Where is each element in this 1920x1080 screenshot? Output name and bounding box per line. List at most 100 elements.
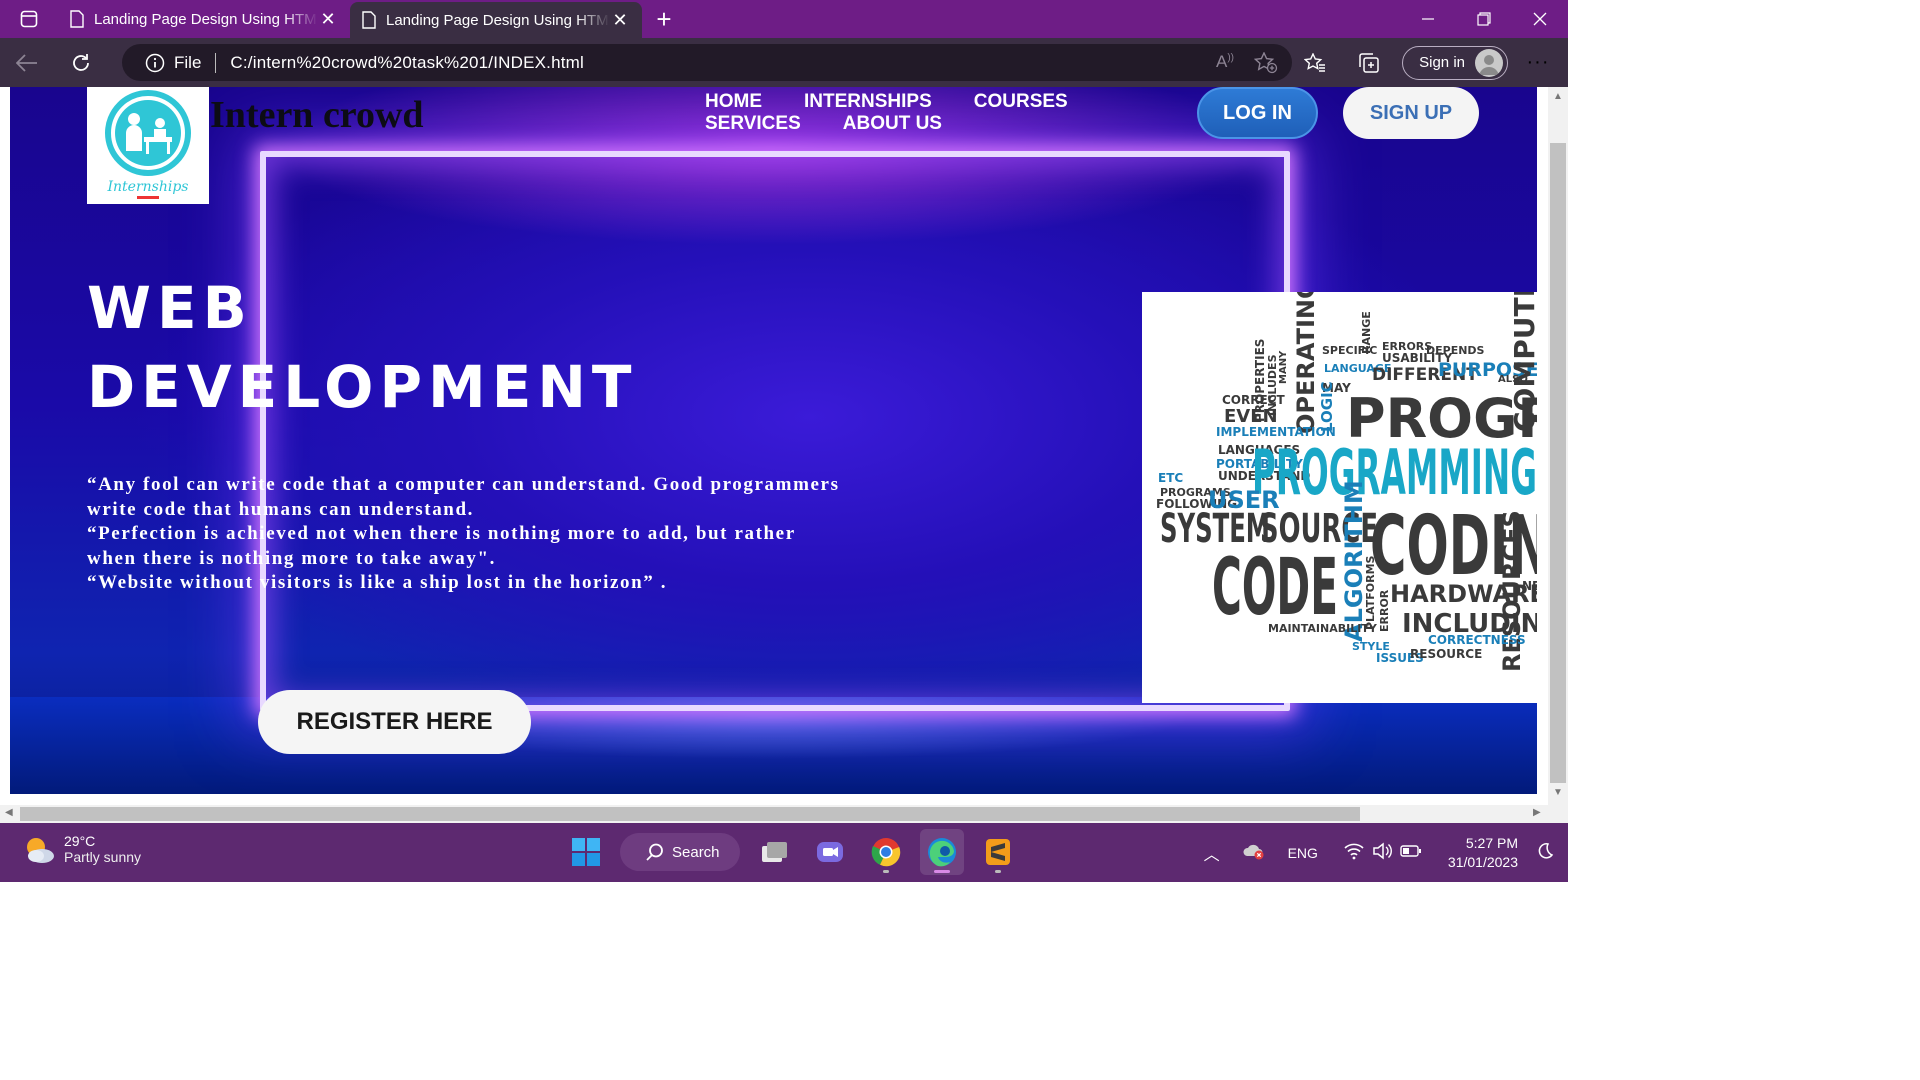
task-view-icon	[762, 842, 787, 862]
programming-word-cloud-image: SPECIFIC RANGE ERRORS USABILITY DEPENDS LANGU…	[1142, 292, 1537, 703]
collections-button[interactable]	[1342, 38, 1396, 87]
word-cloud-word: DEPENDS	[1426, 344, 1485, 357]
partly-sunny-icon	[27, 838, 54, 863]
windows-start-icon	[572, 838, 600, 866]
windows-taskbar: 29°C Partly sunny Search ︿ ENG 5:27 PM 3…	[0, 823, 1568, 882]
vertical-scroll-thumb[interactable]	[1550, 143, 1566, 783]
close-tab-icon[interactable]: ✕	[610, 10, 630, 31]
minimize-button[interactable]	[1400, 0, 1456, 38]
scroll-up-icon[interactable]: ▲	[1553, 91, 1563, 102]
divider	[215, 52, 217, 73]
tab-strip: Landing Page Design Using HTML ✕ Landing…	[0, 0, 1568, 38]
url-text[interactable]: C:/intern%20crowd%20task%201/INDEX.html	[230, 53, 584, 73]
weather-text: Partly sunny	[64, 849, 142, 865]
logo-caption: Internships	[107, 179, 189, 195]
add-favorite-icon[interactable]	[1254, 51, 1278, 74]
address-bar[interactable]: File C:/intern%20crowd%20task%201/INDEX.…	[122, 44, 1292, 81]
logo-small-mark	[137, 196, 159, 199]
new-tab-button[interactable]: +	[642, 0, 686, 38]
scroll-left-icon[interactable]: ◀	[5, 807, 13, 818]
nav-about-us[interactable]: ABOUT US	[843, 113, 942, 135]
nav-internships[interactable]: INTERNSHIPS	[804, 91, 932, 113]
quote-2: “Perfection is achieved not when there i…	[87, 523, 796, 569]
tab-title: Landing Page Design Using HTML	[94, 10, 318, 28]
signup-button[interactable]: SIGN UP	[1343, 87, 1479, 139]
tab-2-active[interactable]: Landing Page Design Using HTML ✕	[350, 2, 642, 38]
collections-icon	[1359, 52, 1379, 73]
tab-actions-button[interactable]	[0, 0, 58, 38]
brand-name: Intern crowd	[210, 94, 424, 136]
minimize-icon	[1422, 18, 1434, 20]
neon-frame-decoration	[260, 151, 1290, 711]
quote-3: “Website without visitors is like a ship…	[87, 572, 668, 593]
system-tray: ︿ ENG 5:27 PM 31/01/2023	[1204, 823, 1568, 882]
browser-toolbar: File C:/intern%20crowd%20task%201/INDEX.…	[0, 38, 1568, 87]
nav-home[interactable]: HOME	[705, 91, 762, 113]
vertical-scrollbar[interactable]: ▲ ▼	[1548, 87, 1568, 805]
headline-line-1: WEB	[87, 274, 253, 342]
restore-button[interactable]	[1456, 0, 1512, 38]
word-cloud-word: ETC	[1158, 471, 1183, 485]
quote-1: “Any fool can write code that a computer…	[87, 474, 840, 520]
avatar-icon	[1475, 48, 1503, 77]
battery-icon[interactable]	[1400, 844, 1422, 861]
chrome-icon	[871, 838, 901, 867]
active-indicator	[934, 870, 950, 873]
refresh-button[interactable]	[54, 38, 108, 87]
sublime-text-icon	[986, 839, 1010, 865]
url-scheme: File	[174, 52, 202, 72]
taskbar-search[interactable]: Search	[620, 833, 740, 871]
task-view-button[interactable]	[752, 829, 796, 875]
register-button[interactable]: REGISTER HERE	[258, 690, 531, 754]
show-hidden-icons-icon[interactable]: ︿	[1204, 841, 1220, 865]
scroll-right-icon[interactable]: ▶	[1533, 807, 1541, 818]
edge-button[interactable]	[920, 829, 964, 875]
back-button[interactable]	[0, 38, 54, 87]
scroll-down-icon[interactable]: ▼	[1553, 787, 1563, 798]
search-icon	[646, 843, 663, 861]
word-cloud-word: RESOURCE	[1410, 647, 1482, 661]
refresh-icon	[73, 53, 89, 71]
horizontal-scrollbar[interactable]: ◀ ▶	[0, 805, 1548, 823]
hero-section: Internships Intern crowd HOME INTERNSHIP…	[10, 87, 1537, 794]
input-language[interactable]: ENG	[1288, 845, 1318, 861]
word-cloud-word: OPERATING	[1292, 292, 1320, 434]
page-viewport: Internships Intern crowd HOME INTERNSHIP…	[0, 87, 1548, 805]
chrome-button[interactable]	[864, 829, 908, 875]
internship-logo-icon	[105, 90, 191, 176]
favorites-button[interactable]	[1288, 38, 1342, 87]
close-tab-icon[interactable]: ✕	[318, 9, 338, 30]
login-button[interactable]: LOG IN	[1197, 87, 1318, 139]
read-aloud-icon[interactable]: A))	[1216, 52, 1234, 74]
wifi-icon[interactable]	[1344, 842, 1364, 863]
info-icon[interactable]	[144, 52, 166, 74]
chat-icon	[817, 842, 843, 862]
start-button[interactable]	[564, 829, 608, 875]
clock-date: 31/01/2023	[1447, 853, 1518, 870]
horizontal-scroll-thumb[interactable]	[20, 807, 1360, 821]
word-cloud-word: ERROR	[1378, 589, 1391, 632]
more-icon: ···	[1526, 51, 1550, 73]
sign-in-button[interactable]: Sign in	[1402, 45, 1508, 80]
clock[interactable]: 5:27 PM 31/01/2023	[1448, 834, 1518, 872]
do-not-disturb-icon[interactable]	[1536, 842, 1554, 863]
edge-icon	[928, 838, 956, 867]
volume-icon[interactable]	[1372, 842, 1392, 863]
teams-chat-button[interactable]	[808, 829, 852, 875]
favorites-icon	[1304, 52, 1326, 72]
tab-actions-icon	[20, 10, 38, 28]
running-indicator	[883, 870, 889, 873]
onedrive-error-icon[interactable]	[1242, 842, 1266, 863]
weather-widget[interactable]: 29°C Partly sunny	[22, 833, 141, 865]
nav-courses[interactable]: COURSES	[974, 91, 1068, 113]
nav-services[interactable]: SERVICES	[705, 113, 801, 135]
page-icon	[70, 10, 84, 28]
sublime-text-button[interactable]	[976, 829, 1020, 875]
site-logo[interactable]: Internships	[87, 87, 209, 204]
word-cloud-word: RESOURCES	[1498, 510, 1526, 672]
close-window-button[interactable]	[1512, 0, 1568, 38]
page-icon	[362, 11, 376, 29]
tab-1[interactable]: Landing Page Design Using HTML ✕	[58, 0, 350, 38]
settings-menu-button[interactable]: ···	[1508, 38, 1568, 87]
word-cloud-word: EVEN	[1224, 406, 1278, 427]
